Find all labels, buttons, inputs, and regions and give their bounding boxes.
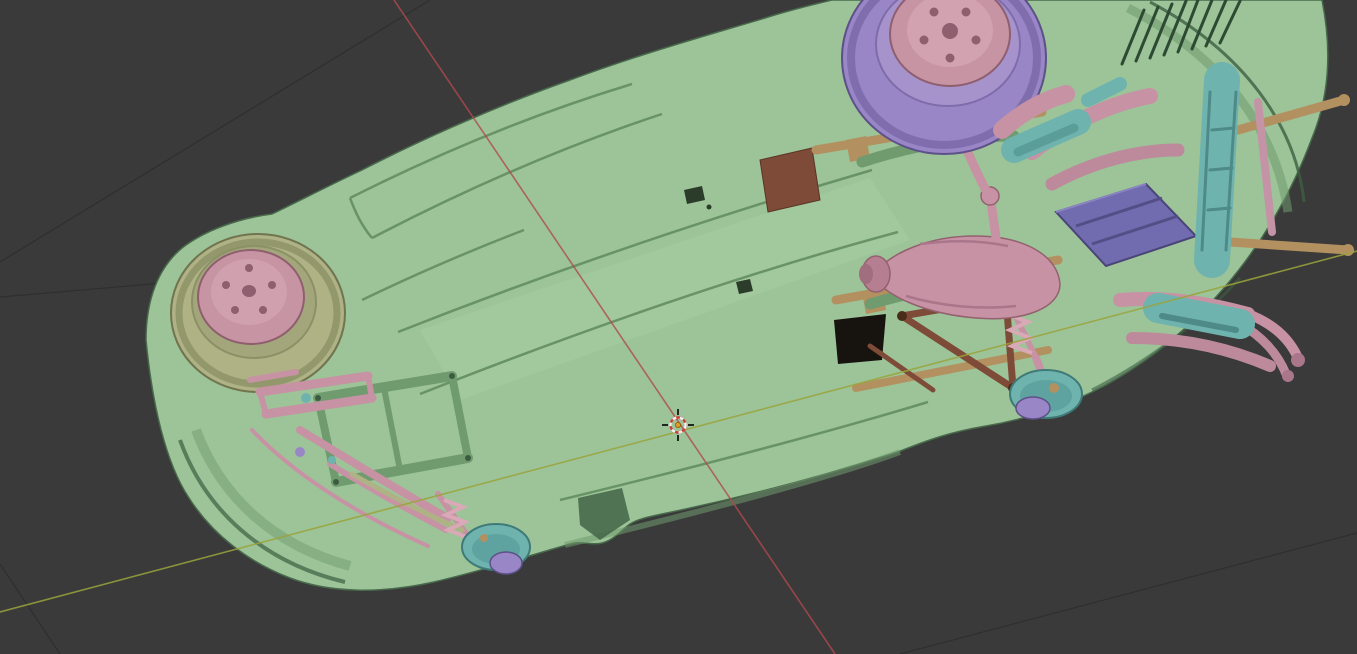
rear-hub-center [942,23,958,39]
lug-hole [245,264,253,272]
rear-brake-drum-cap[interactable] [1015,396,1051,420]
heater-channel-vent[interactable] [834,314,886,364]
pivot [897,311,907,321]
front-left-wheel[interactable] [170,233,346,393]
frame-rung [1210,126,1236,132]
lug-hole [268,281,276,289]
gearshift-rod [986,197,1001,243]
cursor-center-dot [675,422,681,428]
lug-hole [222,281,230,289]
floor-plug [706,204,712,210]
torsion-bar-end [365,373,375,401]
bushing [295,447,305,457]
bolt [465,455,471,461]
front-hub-center [242,285,256,297]
hub-nut [1049,383,1059,393]
hub-nut [480,534,488,542]
lug-hole [259,306,267,314]
viewport-canvas[interactable] [0,0,1357,654]
lug-hole [961,7,971,17]
lug-hole [919,35,929,45]
engine-lid-flap[interactable] [759,147,821,213]
tailpipe-tip [1291,353,1305,367]
bolt [333,479,339,485]
bolt [449,373,455,379]
lug-hole [945,53,955,63]
lug-hole [929,7,939,17]
bushing [328,456,336,464]
frame-rung [1208,166,1234,172]
front-brake-drum-cap[interactable] [489,551,523,575]
bushing [301,393,311,403]
rod-end [1338,94,1350,106]
lug-hole [231,306,239,314]
viewport[interactable] [0,0,1357,654]
lug-hole [971,35,981,45]
bolt [315,395,321,401]
gearbox-nose-tip [859,264,873,284]
tailpipe-tip [1282,370,1294,382]
frame-rung [1206,206,1232,212]
